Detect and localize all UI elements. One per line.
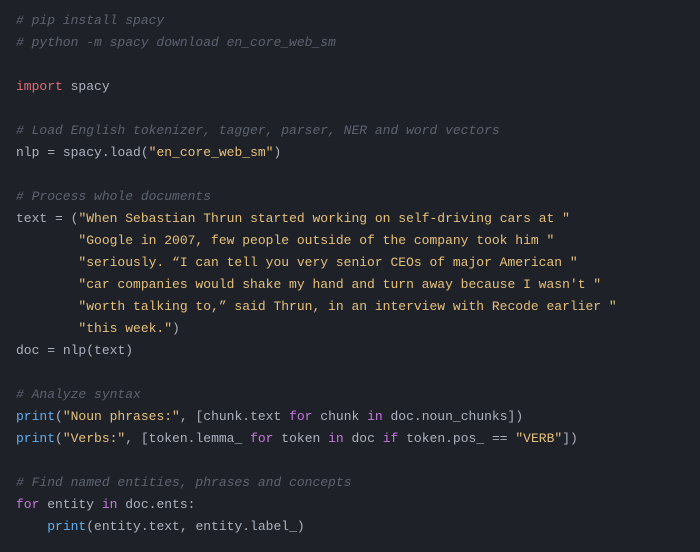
- string: "car companies would shake my hand and t…: [16, 277, 601, 292]
- code: , [chunk.text: [180, 409, 289, 424]
- paren: (: [55, 409, 63, 424]
- code-line: # python -m spacy download en_core_web_s…: [16, 32, 684, 54]
- keyword-import: import: [16, 79, 63, 94]
- code-line: print("Verbs:", [token.lemma_ for token …: [16, 428, 684, 450]
- code-block: # pip install spacy # python -m spacy do…: [16, 10, 684, 538]
- blank-line: [16, 98, 684, 120]
- builtin-print: print: [16, 409, 55, 424]
- keyword-for: for: [16, 497, 39, 512]
- paren: (: [63, 211, 79, 226]
- code: token.pos_: [398, 431, 492, 446]
- code-line: "car companies would shake my hand and t…: [16, 274, 684, 296]
- keyword-for: for: [250, 431, 273, 446]
- code-line: for entity in doc.ents:: [16, 494, 684, 516]
- code-line: # Process whole documents: [16, 186, 684, 208]
- string: "this week.": [16, 321, 172, 336]
- call: nlp(text): [55, 343, 133, 358]
- string: "Verbs:": [63, 431, 125, 446]
- code-line: nlp = spacy.load("en_core_web_sm"): [16, 142, 684, 164]
- comment: # Process whole documents: [16, 189, 211, 204]
- string: "worth talking to,” said Thrun, in an in…: [16, 299, 617, 314]
- keyword-for: for: [289, 409, 312, 424]
- variable: doc: [16, 343, 47, 358]
- code-line: "this week."): [16, 318, 684, 340]
- paren: ): [273, 145, 281, 160]
- code-line: # pip install spacy: [16, 10, 684, 32]
- code-line: # Analyze syntax: [16, 384, 684, 406]
- code-line: # Load English tokenizer, tagger, parser…: [16, 120, 684, 142]
- blank-line: [16, 450, 684, 472]
- code: chunk: [312, 409, 367, 424]
- comment: # python -m spacy download en_core_web_s…: [16, 35, 336, 50]
- builtin-print: print: [16, 431, 55, 446]
- string: "seriously. “I can tell you very senior …: [16, 255, 578, 270]
- paren: ): [172, 321, 180, 336]
- keyword-in: in: [102, 497, 118, 512]
- comment: # Load English tokenizer, tagger, parser…: [16, 123, 500, 138]
- code-line: "seriously. “I can tell you very senior …: [16, 252, 684, 274]
- code-line: "Google in 2007, few people outside of t…: [16, 230, 684, 252]
- code-line: "worth talking to,” said Thrun, in an in…: [16, 296, 684, 318]
- code: doc.ents:: [117, 497, 195, 512]
- string: "Noun phrases:": [63, 409, 180, 424]
- code-line: text = ("When Sebastian Thrun started wo…: [16, 208, 684, 230]
- paren: ]): [562, 431, 578, 446]
- comment: # Find named entities, phrases and conce…: [16, 475, 351, 490]
- keyword-in: in: [328, 431, 344, 446]
- call: spacy.load(: [55, 145, 149, 160]
- comment: # Analyze syntax: [16, 387, 141, 402]
- code: , [token.lemma_: [125, 431, 250, 446]
- comment: # pip install spacy: [16, 13, 164, 28]
- paren: (: [55, 431, 63, 446]
- code: doc: [344, 431, 383, 446]
- variable: text: [16, 211, 55, 226]
- blank-line: [16, 362, 684, 384]
- operator: =: [47, 145, 55, 160]
- code-line: print("Noun phrases:", [chunk.text for c…: [16, 406, 684, 428]
- variable: nlp: [16, 145, 47, 160]
- code: entity: [39, 497, 101, 512]
- string: "en_core_web_sm": [149, 145, 274, 160]
- operator: =: [55, 211, 63, 226]
- code: (entity.text, entity.label_): [86, 519, 304, 534]
- builtin-print: print: [47, 519, 86, 534]
- keyword-if: if: [383, 431, 399, 446]
- blank-line: [16, 54, 684, 76]
- code: token: [273, 431, 328, 446]
- code-line: print(entity.text, entity.label_): [16, 516, 684, 538]
- indent: [16, 519, 47, 534]
- operator: ==: [492, 431, 508, 446]
- keyword-in: in: [367, 409, 383, 424]
- blank-line: [16, 164, 684, 186]
- operator: =: [47, 343, 55, 358]
- code: doc.noun_chunks]): [383, 409, 523, 424]
- string: "Google in 2007, few people outside of t…: [16, 233, 554, 248]
- module-name: spacy: [63, 79, 110, 94]
- string: "VERB": [515, 431, 562, 446]
- code-line: # Find named entities, phrases and conce…: [16, 472, 684, 494]
- code-line: import spacy: [16, 76, 684, 98]
- code-line: doc = nlp(text): [16, 340, 684, 362]
- string: "When Sebastian Thrun started working on…: [78, 211, 569, 226]
